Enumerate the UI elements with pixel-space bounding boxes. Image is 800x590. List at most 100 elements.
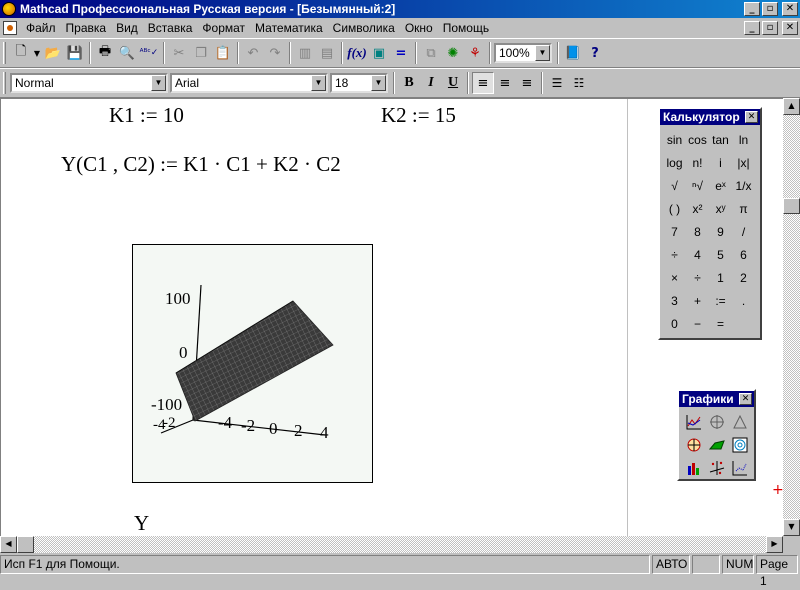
menu-window[interactable]: Окно [400, 21, 438, 35]
doc-close-button[interactable]: ✕ [782, 21, 798, 35]
new-icon[interactable]: 🗋 [10, 42, 32, 64]
calc-2-button[interactable]: 2 [732, 266, 755, 289]
insert-function-icon[interactable]: f(x) [346, 42, 368, 64]
k2-definition[interactable]: K2 := 15 [381, 103, 456, 128]
close-icon[interactable]: ✕ [739, 393, 752, 405]
calc-sin-button[interactable]: sin [663, 128, 686, 151]
calc-7-button[interactable]: 7 [663, 220, 686, 243]
calc-square-button[interactable]: x² [686, 197, 709, 220]
calc-3-button[interactable]: 3 [663, 289, 686, 312]
menu-help[interactable]: Помощь [438, 21, 494, 35]
chevron-down-icon[interactable]: ▼ [151, 75, 166, 91]
calc-cos-button[interactable]: cos [686, 128, 709, 151]
style-select[interactable]: Normal ▼ [10, 73, 168, 93]
chevron-down-icon[interactable]: ▼ [535, 45, 550, 61]
horizontal-scrollbar[interactable]: ◀ ▶ [0, 536, 783, 553]
close-icon[interactable]: ✕ [745, 111, 758, 123]
resource-center-icon[interactable]: 📘 [562, 42, 584, 64]
3d-bar-icon[interactable] [728, 433, 751, 456]
calc-minus-button[interactable]: − [686, 312, 709, 335]
calc-divide-button[interactable]: / [732, 220, 755, 243]
help-icon[interactable]: ? [584, 42, 606, 64]
calc-6-button[interactable]: 6 [732, 243, 755, 266]
calc-log-button[interactable]: log [663, 151, 686, 174]
calc-8-button[interactable]: 8 [686, 220, 709, 243]
calc-decimal-button[interactable]: . [732, 289, 755, 312]
calc-power-button[interactable]: xʸ [709, 197, 732, 220]
toolbar-grip[interactable] [3, 72, 6, 94]
3d-scatter-alt-icon[interactable] [705, 456, 728, 479]
align-left-icon[interactable]: ≡ [472, 72, 494, 94]
calc-reciprocal-button[interactable]: 1/x [732, 174, 755, 197]
calc-1-button[interactable]: 1 [709, 266, 732, 289]
calc-pi-button[interactable]: π [732, 197, 755, 220]
zoom-select[interactable]: 100% ▼ [494, 43, 552, 63]
calc-obelus-button[interactable]: ÷ [686, 266, 709, 289]
menu-insert[interactable]: Вставка [143, 21, 198, 35]
wizard-icon[interactable]: ✺ [442, 42, 464, 64]
calc-fraction-button[interactable]: ÷ [663, 243, 686, 266]
scroll-left-button[interactable]: ◀ [0, 536, 17, 553]
scroll-right-button[interactable]: ▶ [766, 536, 783, 553]
calc-9-button[interactable]: 9 [709, 220, 732, 243]
calc-multiply-button[interactable]: × [663, 266, 686, 289]
spellcheck-icon[interactable]: ᴬᴮᶜ✓ [138, 42, 160, 64]
surface-plot[interactable]: 100 0 -100 -4 -2 0 2 4 -4 -2 [132, 244, 373, 483]
calc-4-button[interactable]: 4 [686, 243, 709, 266]
menu-view[interactable]: Вид [111, 21, 143, 35]
vertical-scrollbar[interactable]: ▲ ▼ [783, 98, 800, 536]
bullet-list-icon[interactable]: ☰ [546, 72, 568, 94]
paste-icon[interactable]: 📋 [212, 42, 234, 64]
scroll-up-button[interactable]: ▲ [783, 98, 800, 115]
chevron-down-icon[interactable]: ▼ [371, 75, 386, 91]
vertical-scroll-thumb[interactable] [783, 198, 800, 214]
plot-wizard-icon[interactable] [728, 456, 751, 479]
font-size-select[interactable]: 18 ▼ [330, 73, 388, 93]
calc-factorial-button[interactable]: n! [686, 151, 709, 174]
mathcad-app-icon[interactable] [2, 2, 16, 16]
function-definition[interactable]: Y(C1 , C2) := K1 · C1 + K2 · C2 [61, 152, 341, 177]
graph-title-bar[interactable]: Графики ✕ [679, 391, 754, 407]
doc-restore-button[interactable]: ▫ [762, 21, 778, 35]
align-icon[interactable]: ▥ [294, 42, 316, 64]
copy-icon[interactable]: ❐ [190, 42, 212, 64]
xy-plot-icon[interactable] [682, 410, 705, 433]
underline-button[interactable]: U [442, 72, 464, 94]
calc-tan-button[interactable]: tan [709, 128, 732, 151]
document-icon[interactable] [3, 21, 17, 35]
calc-exp-button[interactable]: eˣ [709, 174, 732, 197]
calc-plus-button[interactable]: + [686, 289, 709, 312]
doc-minimize-button[interactable]: _ [744, 21, 760, 35]
undo-icon[interactable]: ↶ [242, 42, 264, 64]
font-select[interactable]: Arial ▼ [170, 73, 328, 93]
toolbar-grip[interactable] [3, 42, 6, 64]
calc-abs-button[interactable]: |x| [732, 151, 755, 174]
open-icon[interactable]: 📂 [42, 42, 64, 64]
menu-symbolics[interactable]: Символика [328, 21, 400, 35]
component-icon[interactable]: ⧉ [420, 42, 442, 64]
print-icon[interactable]: 🖶 [94, 42, 116, 64]
chevron-down-icon[interactable]: ▼ [311, 75, 326, 91]
calc-define-button[interactable]: := [709, 289, 732, 312]
close-button[interactable]: ✕ [782, 2, 798, 16]
calc-parens-button[interactable]: ( ) [663, 197, 686, 220]
calc-nth-root-button[interactable]: ⁿ√ [686, 174, 709, 197]
calc-equals-button[interactable]: = [709, 312, 732, 335]
calc-sqrt-button[interactable]: √ [663, 174, 686, 197]
calc-5-button[interactable]: 5 [709, 243, 732, 266]
horizontal-scroll-thumb[interactable] [17, 536, 34, 553]
calculator-title-bar[interactable]: Калькулятор ✕ [660, 109, 760, 125]
3d-scatter-icon[interactable] [705, 433, 728, 456]
plot-function-label[interactable]: Y [134, 511, 149, 536]
calculate-icon[interactable]: = [390, 42, 412, 64]
cut-icon[interactable]: ✂ [168, 42, 190, 64]
menu-format[interactable]: Формат [197, 21, 250, 35]
italic-button[interactable]: I [420, 72, 442, 94]
bold-button[interactable]: B [398, 72, 420, 94]
insert-unit-icon[interactable]: ▣ [368, 42, 390, 64]
surface-plot-icon[interactable] [728, 410, 751, 433]
menu-math[interactable]: Математика [250, 21, 328, 35]
align-right-icon[interactable]: ≡ [516, 72, 538, 94]
calc-0-button[interactable]: 0 [663, 312, 686, 335]
new-dropdown-icon[interactable]: ▼ [32, 42, 42, 64]
